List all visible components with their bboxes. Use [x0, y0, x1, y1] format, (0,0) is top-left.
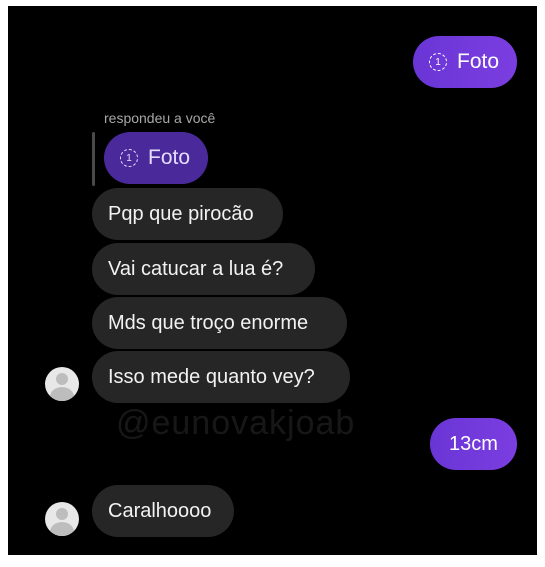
message-text: Vai catucar a lua é? — [108, 257, 284, 280]
watermark: @eunovakjoab — [116, 404, 356, 442]
sent-message[interactable]: 13cm — [430, 418, 517, 470]
received-message[interactable]: Mds que troço enorme — [92, 297, 347, 349]
message-text: 13cm — [449, 432, 498, 455]
photo-view-once-icon: 1 — [120, 149, 138, 167]
replied-photo-message[interactable]: 1 Foto — [104, 132, 208, 184]
sent-photo-label: Foto — [457, 50, 500, 73]
contact-avatar[interactable] — [45, 502, 79, 536]
received-message[interactable]: Caralhoooo — [92, 485, 234, 537]
received-message[interactable]: Pqp que pirocão — [92, 188, 283, 240]
received-message[interactable]: Vai catucar a lua é? — [92, 243, 315, 295]
reply-note: respondeu a você — [104, 110, 216, 126]
replied-photo-label: Foto — [148, 146, 191, 169]
message-text: Mds que troço enorme — [108, 311, 309, 334]
avatar-body — [50, 522, 74, 536]
message-text: Isso mede quanto vey? — [108, 365, 315, 388]
contact-avatar[interactable] — [45, 367, 79, 401]
received-message[interactable]: Isso mede quanto vey? — [92, 351, 350, 403]
photo-view-once-icon: 1 — [429, 53, 447, 71]
chat-screen: 1 Foto respondeu a você 1 Foto Pqp que p… — [8, 6, 537, 555]
sent-photo-message[interactable]: 1 Foto — [413, 36, 517, 88]
message-text: Caralhoooo — [108, 499, 212, 522]
reply-bar — [92, 132, 95, 186]
message-text: Pqp que pirocão — [108, 202, 254, 225]
avatar-head — [56, 508, 68, 520]
avatar-head — [56, 373, 68, 385]
avatar-body — [50, 387, 74, 401]
